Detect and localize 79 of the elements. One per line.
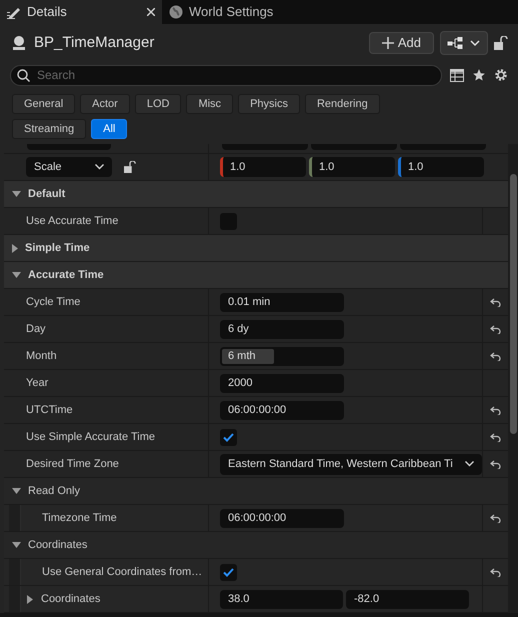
table-icon[interactable] bbox=[450, 68, 464, 82]
category-label: Read Only bbox=[28, 484, 80, 499]
hierarchy-dropdown[interactable] bbox=[440, 31, 488, 55]
collapsed-arrow-icon[interactable] bbox=[12, 244, 18, 252]
reset-arrow-icon[interactable] bbox=[490, 352, 501, 360]
star-icon[interactable] bbox=[472, 68, 486, 82]
filter-button[interactable]: General bbox=[12, 94, 76, 114]
property-label: Timezone Time bbox=[42, 510, 117, 526]
filter-button[interactable]: Misc bbox=[186, 94, 234, 114]
reset-arrow-icon[interactable] bbox=[490, 324, 501, 334]
property-label: Day bbox=[26, 322, 46, 337]
actor-icon bbox=[10, 35, 28, 51]
section-header: Default bbox=[28, 186, 66, 202]
tab[interactable]: Details bbox=[0, 0, 162, 24]
timezone-dropdown[interactable]: Eastern Standard Time, Western Caribbean Ti bbox=[220, 454, 482, 474]
checkbox[interactable] bbox=[220, 428, 237, 446]
reset-arrow-icon[interactable] bbox=[490, 514, 501, 522]
property-label: Month bbox=[26, 348, 57, 364]
expanded-arrow-icon[interactable] bbox=[12, 272, 21, 278]
category-label: Coordinates bbox=[28, 538, 88, 553]
search-icon bbox=[17, 68, 30, 82]
reset-arrow-icon[interactable] bbox=[490, 298, 501, 306]
filter-button[interactable]: Streaming bbox=[12, 119, 86, 139]
reset-arrow-icon[interactable] bbox=[490, 432, 501, 442]
reset-arrow-icon[interactable] bbox=[490, 460, 501, 468]
property-label: Use General Coordinates from… bbox=[42, 564, 202, 580]
collapsed-arrow-icon[interactable] bbox=[27, 594, 33, 604]
input-field[interactable]: 2000 bbox=[220, 374, 344, 392]
property-label: Use Accurate Time bbox=[26, 214, 118, 229]
tab-label: Details bbox=[27, 3, 68, 22]
reset-arrow-icon[interactable] bbox=[490, 568, 501, 576]
input-field[interactable]: 0.01 min bbox=[220, 292, 344, 312]
scale-dropdown[interactable]: Scale bbox=[26, 157, 112, 177]
input-field[interactable]: 06:00:00:00 bbox=[220, 508, 344, 528]
filter-button[interactable]: Rendering bbox=[304, 94, 380, 114]
input-field[interactable]: 6 dy bbox=[220, 320, 344, 338]
filter-button[interactable]: Physics bbox=[238, 94, 300, 114]
checkbox[interactable] bbox=[220, 564, 237, 580]
number-field[interactable]: -82.0 bbox=[346, 590, 469, 608]
plus-icon bbox=[382, 37, 394, 49]
chevron-down-icon bbox=[95, 164, 104, 170]
filter-button[interactable]: All bbox=[91, 119, 128, 139]
tab[interactable]: World Settings bbox=[162, 0, 312, 24]
number-field[interactable]: 38.0 bbox=[220, 590, 343, 608]
expanded-arrow-icon[interactable] bbox=[12, 488, 21, 494]
property-label: UTCTime bbox=[26, 402, 73, 418]
number-field[interactable]: 1.0 bbox=[309, 157, 395, 177]
add-button[interactable]: Add bbox=[368, 32, 434, 54]
settings-icon[interactable] bbox=[494, 68, 508, 82]
expanded-arrow-icon[interactable] bbox=[12, 542, 21, 548]
property-label: Coordinates bbox=[41, 592, 100, 607]
globe-icon bbox=[169, 5, 183, 19]
property-label: Year bbox=[26, 376, 48, 391]
number-field[interactable]: 1.0 bbox=[398, 157, 484, 177]
section-header: Simple Time bbox=[25, 240, 90, 256]
tab-label: World Settings bbox=[189, 3, 274, 22]
unlocked-padlock-icon[interactable] bbox=[124, 161, 136, 173]
unlocked-padlock-icon[interactable] bbox=[494, 36, 508, 50]
actor-name: BP_TimeManager bbox=[34, 32, 156, 53]
search-field[interactable]: Search bbox=[10, 64, 442, 86]
property-label: Use Simple Accurate Time bbox=[26, 430, 155, 445]
property-label: Desired Time Zone bbox=[26, 456, 119, 472]
filter-button[interactable]: LOD bbox=[134, 94, 182, 114]
slider-field[interactable]: 6 mth bbox=[220, 346, 344, 366]
input-field[interactable]: 06:00:00:00 bbox=[220, 400, 344, 420]
slider-value: 6 mth bbox=[227, 348, 257, 364]
chevron-down-icon bbox=[465, 461, 474, 467]
scrollbar-thumb[interactable] bbox=[510, 174, 516, 434]
section-header: Accurate Time bbox=[28, 268, 104, 283]
property-label: Cycle Time bbox=[26, 294, 80, 310]
number-field[interactable]: 1.0 bbox=[220, 157, 306, 177]
checkmark-icon bbox=[223, 432, 234, 442]
checkmark-icon bbox=[223, 568, 234, 576]
reset-arrow-icon[interactable] bbox=[490, 406, 501, 414]
close-icon[interactable] bbox=[147, 8, 155, 16]
expanded-arrow-icon[interactable] bbox=[12, 191, 21, 197]
hierarchy-icon bbox=[447, 37, 481, 49]
filter-button[interactable]: Actor bbox=[80, 94, 130, 114]
pencil-icon bbox=[7, 6, 21, 18]
